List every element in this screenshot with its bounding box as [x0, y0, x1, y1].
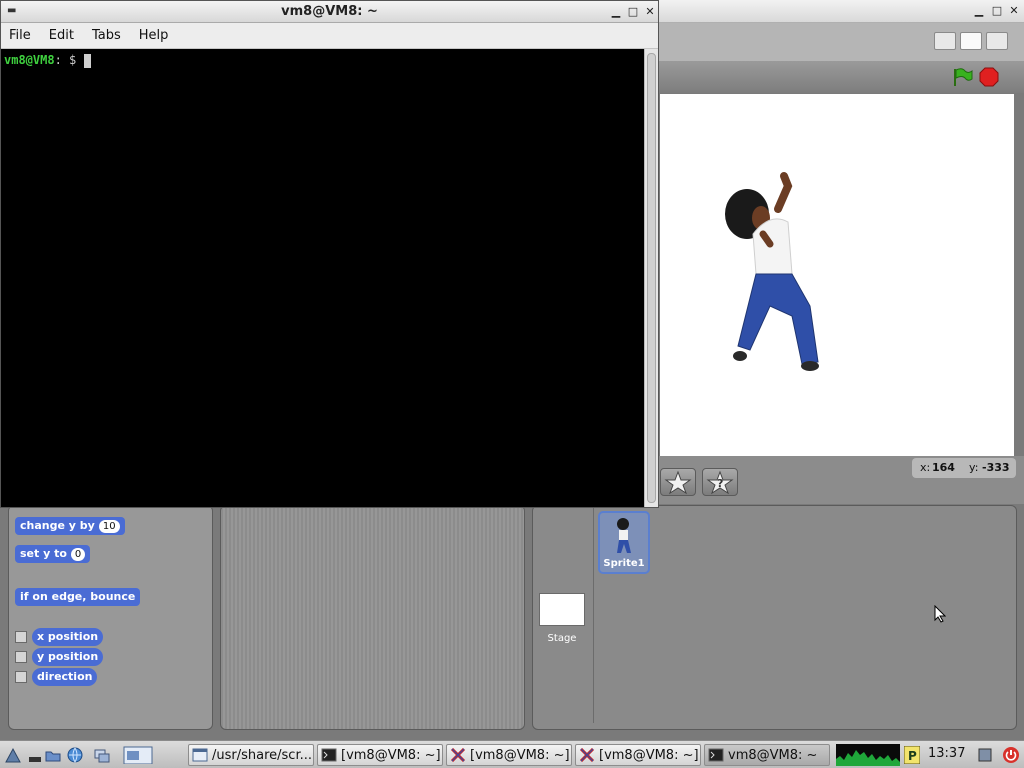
cpu-monitor-icon	[836, 744, 900, 766]
window-icon	[192, 748, 208, 762]
start-menu-icon[interactable]	[4, 746, 22, 764]
task-label: [vm8@VM8: ~]	[599, 747, 699, 763]
prompt-separator: :	[54, 53, 62, 67]
sprite-thumbnail-image	[617, 518, 631, 553]
terminal-output[interactable]: vm8@VM8: $	[1, 49, 644, 507]
direction-block[interactable]: direction	[32, 668, 98, 686]
edge-bounce-label: if on edge, bounce	[20, 590, 136, 603]
mouse-coordinates: x: 164 y: -333	[912, 458, 1016, 478]
stage-thumbnail[interactable]	[539, 593, 585, 626]
taskbar: /usr/share/scr... [vm8@VM8: ~] [vm8@VM8:…	[0, 740, 1024, 768]
scrollbar-thumb[interactable]	[647, 53, 656, 503]
sprite-name-label: Sprite1	[603, 558, 645, 569]
task-scratch-1[interactable]: [vm8@VM8: ~]	[446, 744, 572, 766]
stage-label: Stage	[547, 633, 577, 644]
terminal-icon	[708, 748, 724, 762]
task-label: vm8@VM8: ~	[728, 747, 818, 763]
direction-label: direction	[37, 670, 93, 683]
task-scratch-2[interactable]: [vm8@VM8: ~]	[575, 744, 701, 766]
folder-icon[interactable]	[44, 746, 62, 764]
y-position-label: y position	[37, 650, 99, 663]
star-icon	[664, 470, 692, 495]
close-icon[interactable]: ✕	[1007, 4, 1021, 18]
y-position-block[interactable]: y position	[32, 648, 104, 666]
lock-screen-icon[interactable]	[976, 746, 994, 764]
svg-text:P: P	[908, 749, 917, 763]
question-star-icon: ?	[706, 470, 734, 495]
x-position-block[interactable]: x position	[32, 628, 104, 646]
small-stage-layout-button[interactable]	[934, 32, 956, 50]
terminal-menubar: File Edit Tabs Help	[1, 23, 658, 49]
set-y-block[interactable]: set y to 0	[15, 545, 91, 563]
power-icon[interactable]	[1002, 746, 1020, 764]
set-y-label: set y to	[20, 547, 67, 560]
dancer-sprite-image	[725, 172, 819, 371]
terminal-titlebar[interactable]: ▬ vm8@VM8: ~ ▁ □ ✕	[1, 1, 658, 23]
coord-x-value: 164	[932, 461, 955, 474]
normal-stage-layout-button[interactable]	[960, 32, 982, 50]
task-label: [vm8@VM8: ~]	[470, 747, 570, 763]
edge-bounce-block[interactable]: if on edge, bounce	[15, 588, 141, 606]
coord-y-value: -333	[982, 461, 1010, 474]
prompt-tail: $	[61, 53, 84, 67]
minimize-all-icon[interactable]	[26, 746, 44, 764]
web-browser-icon[interactable]	[66, 746, 84, 764]
presentation-mode-button[interactable]	[986, 32, 1008, 50]
task-label: [vm8@VM8: ~]	[341, 747, 441, 763]
menu-file[interactable]: File	[9, 28, 31, 43]
x-app-icon	[450, 748, 466, 762]
direction-checkbox[interactable]	[15, 671, 27, 683]
scratch-titlebar: ▁ □ ✕	[658, 0, 1024, 23]
coord-x-label: x:	[920, 461, 931, 474]
x-position-checkbox[interactable]	[15, 631, 27, 643]
menu-help[interactable]: Help	[139, 28, 169, 43]
set-y-input[interactable]: 0	[70, 547, 86, 561]
task-terminal-active[interactable]: vm8@VM8: ~	[704, 744, 830, 766]
terminal-window[interactable]: ▬ vm8@VM8: ~ ▁ □ ✕ File Edit Tabs Help v…	[0, 0, 659, 508]
sprite-thumbnail-sprite1[interactable]: Sprite1	[598, 511, 650, 574]
p-indicator-icon[interactable]: P	[904, 746, 920, 764]
x-app-icon	[579, 748, 595, 762]
blocks-palette[interactable]: change y by 10 set y to 0 if on edge, bo…	[8, 505, 213, 730]
maximize-icon[interactable]: □	[626, 5, 640, 19]
stage-canvas[interactable]	[660, 94, 1014, 456]
change-y-input[interactable]: 10	[98, 519, 120, 533]
scratch-toolbar	[658, 23, 1024, 61]
x-position-label: x position	[37, 630, 99, 643]
desktop-switcher-icon[interactable]	[93, 746, 111, 764]
menu-tabs[interactable]: Tabs	[92, 28, 121, 43]
clock[interactable]: 13:37	[928, 746, 965, 761]
change-y-block[interactable]: change y by 10	[15, 517, 125, 535]
surprise-sprite-button[interactable]: ?	[702, 468, 738, 496]
stop-sign-icon[interactable]	[979, 67, 999, 87]
task-file-manager[interactable]: /usr/share/scr...	[188, 744, 314, 766]
minimize-icon[interactable]: ▁	[972, 4, 986, 18]
terminal-scrollbar[interactable]	[644, 49, 658, 507]
change-y-label: change y by	[20, 519, 95, 532]
coord-y-label: y:	[969, 461, 979, 474]
workspace-pager-icon[interactable]	[123, 746, 153, 764]
svg-text:?: ?	[717, 477, 723, 490]
minimize-icon[interactable]: ▁	[609, 5, 623, 19]
stage-header	[658, 61, 1024, 93]
terminal-title: vm8@VM8: ~	[281, 4, 378, 19]
maximize-icon[interactable]: □	[990, 4, 1004, 18]
prompt-line: vm8@VM8: $	[4, 53, 91, 68]
paint-new-sprite-button[interactable]	[660, 468, 696, 496]
y-position-checkbox[interactable]	[15, 651, 27, 663]
close-icon[interactable]: ✕	[643, 5, 657, 19]
task-label: /usr/share/scr...	[212, 747, 313, 763]
scripts-area[interactable]	[220, 505, 525, 730]
mouse-pointer-icon	[934, 605, 946, 623]
sprite-stage-divider	[593, 508, 594, 723]
menu-edit[interactable]: Edit	[49, 28, 74, 43]
text-cursor	[83, 53, 91, 68]
prompt-user: vm8@VM8	[4, 53, 55, 67]
task-terminal-1[interactable]: [vm8@VM8: ~]	[317, 744, 443, 766]
green-flag-icon[interactable]	[951, 67, 973, 87]
terminal-icon	[321, 748, 337, 762]
